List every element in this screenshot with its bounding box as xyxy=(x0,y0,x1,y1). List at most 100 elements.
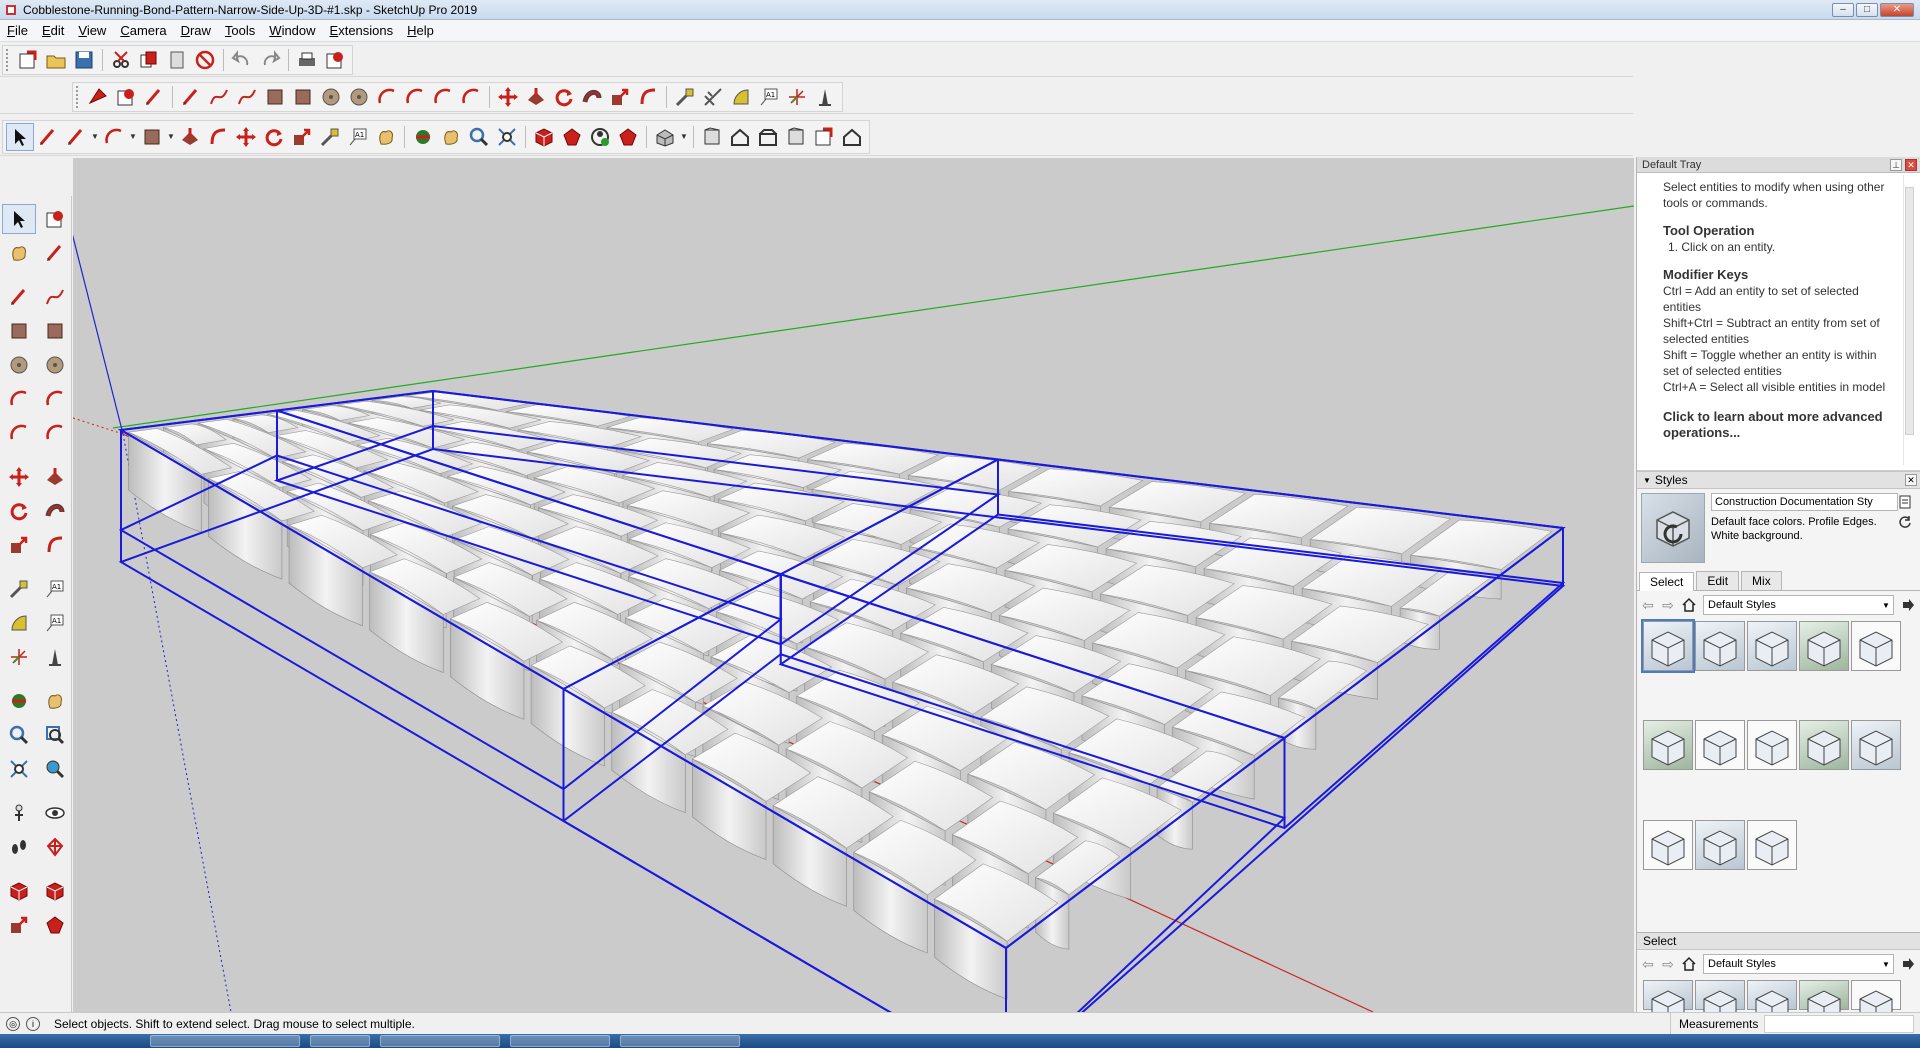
create-style-icon[interactable] xyxy=(1898,495,1912,509)
rotated-rectangle-tool-button[interactable] xyxy=(289,83,317,111)
style-name-field[interactable]: Construction Documentation Sty xyxy=(1711,493,1898,511)
menu-file[interactable]: File xyxy=(0,23,35,38)
redo-tool-button[interactable] xyxy=(256,46,284,74)
rotate-tool-button[interactable] xyxy=(550,83,578,111)
arc-tool-button[interactable] xyxy=(100,123,128,151)
style-swatch[interactable] xyxy=(1695,980,1745,1012)
select-tool-button[interactable] xyxy=(6,122,34,151)
zoom-tool-button[interactable] xyxy=(2,720,36,750)
dimensions-tool-button[interactable]: A1 xyxy=(38,574,72,604)
tab-mix[interactable]: Mix xyxy=(1741,571,1782,590)
share-model-tool-button[interactable] xyxy=(2,910,36,940)
menu-extensions[interactable]: Extensions xyxy=(323,23,401,38)
tape-measure-tool-button[interactable] xyxy=(2,574,36,604)
paint-bucket-tool-button[interactable] xyxy=(2,238,36,268)
make-component-tool-button[interactable] xyxy=(84,83,112,111)
model-info-tool-button[interactable] xyxy=(321,46,349,74)
save-tool-button[interactable] xyxy=(70,46,98,74)
dropdown-arrow-icon[interactable]: ▼ xyxy=(90,123,100,151)
circle-tool-button[interactable] xyxy=(317,83,345,111)
back-view-tool-button[interactable] xyxy=(810,123,838,151)
pie-tool-button[interactable] xyxy=(457,83,485,111)
erase-tool-button[interactable] xyxy=(191,46,219,74)
open-folder-tool-button[interactable] xyxy=(42,46,70,74)
style-swatch[interactable] xyxy=(1695,819,1745,870)
right-view-tool-button[interactable] xyxy=(782,123,810,151)
text-tool-button[interactable]: A1 xyxy=(755,83,783,111)
move-tool-button[interactable] xyxy=(494,83,522,111)
extension-tool-button[interactable] xyxy=(558,123,586,151)
menu-help[interactable]: Help xyxy=(400,23,441,38)
profile-tool-button[interactable] xyxy=(651,123,679,151)
line-tool-button[interactable] xyxy=(2,282,36,312)
dropdown-arrow-icon[interactable]: ▼ xyxy=(166,123,176,151)
print-tool-button[interactable] xyxy=(293,46,321,74)
menu-view[interactable]: View xyxy=(71,23,113,38)
tray-close-icon[interactable]: ✕ xyxy=(1905,158,1917,171)
eraser-tool-button[interactable] xyxy=(34,123,62,151)
zoom-window-tool-button[interactable] xyxy=(38,720,72,750)
undo-tool-button[interactable] xyxy=(228,46,256,74)
push-pull-tool-button[interactable] xyxy=(38,462,72,492)
left-view-tool-button[interactable] xyxy=(838,123,866,151)
scale-tool-button[interactable] xyxy=(288,123,316,151)
ruby-tool-button[interactable] xyxy=(614,123,642,151)
eraser-tool-button[interactable] xyxy=(38,238,72,268)
arc-tool-button[interactable] xyxy=(373,83,401,111)
move-tool-button[interactable] xyxy=(2,462,36,492)
line-tool-button[interactable] xyxy=(205,83,233,111)
paste-tool-button[interactable] xyxy=(163,46,191,74)
style-swatch[interactable] xyxy=(1643,980,1693,1012)
zoom-tool-button[interactable] xyxy=(465,123,493,151)
make-component-tool-button[interactable] xyxy=(38,204,72,234)
style-swatch[interactable] xyxy=(1851,980,1901,1012)
style-swatch[interactable] xyxy=(1643,819,1693,870)
zoom-extents-tool-button[interactable] xyxy=(493,123,521,151)
info-icon[interactable]: i xyxy=(26,1016,40,1031)
details-arrow-icon[interactable] xyxy=(1900,956,1916,972)
tape-measure-tool-button[interactable] xyxy=(671,83,699,111)
zoom-extents-tool-button[interactable] xyxy=(2,754,36,784)
style-swatch[interactable] xyxy=(1799,980,1849,1012)
dropdown-arrow-icon[interactable]: ▼ xyxy=(679,123,689,151)
maximize-button[interactable]: □ xyxy=(1856,2,1878,17)
text-tool-button[interactable]: A1 xyxy=(38,608,72,638)
style-swatch[interactable] xyxy=(1643,720,1693,771)
top-view-tool-button[interactable] xyxy=(726,123,754,151)
close-button[interactable]: ✕ xyxy=(1880,2,1914,17)
styles-panel-header[interactable]: ▼ Styles ✕ xyxy=(1637,471,1920,489)
look-around-tool-button[interactable] xyxy=(38,798,72,828)
polygon-tool-button[interactable] xyxy=(345,83,373,111)
follow-me-tool-button[interactable] xyxy=(578,83,606,111)
tab-select[interactable]: Select xyxy=(1639,572,1695,591)
text-tool-button[interactable]: A1 xyxy=(344,123,372,151)
forward-arrow-icon[interactable]: ⇨ xyxy=(1661,597,1675,614)
follow-me-tool-button[interactable] xyxy=(38,496,72,526)
scrollbar-thumb[interactable] xyxy=(1905,187,1914,435)
paint-bucket-tool-button[interactable] xyxy=(112,83,140,111)
panel-close-icon[interactable]: ✕ xyxy=(1905,474,1917,486)
arc-3pt-tool-button[interactable] xyxy=(429,83,457,111)
dimensions-tool-button[interactable] xyxy=(699,83,727,111)
geo-location-icon[interactable]: ◎ xyxy=(6,1016,20,1031)
axes-tool-button[interactable] xyxy=(2,642,36,672)
freehand-tool-button[interactable] xyxy=(38,282,72,312)
scale-tool-button[interactable] xyxy=(2,530,36,560)
back-arrow-icon[interactable]: ⇦ xyxy=(1641,956,1655,973)
toolbar-grip[interactable] xyxy=(76,85,80,108)
collapse-triangle-icon[interactable]: ▼ xyxy=(1643,476,1651,485)
cobblestone-model-view[interactable] xyxy=(73,158,1634,1012)
push-pull-tool-button[interactable] xyxy=(522,83,550,111)
style-swatch[interactable] xyxy=(1695,621,1745,671)
home-icon[interactable] xyxy=(1681,597,1697,613)
arc-tool-button[interactable] xyxy=(2,384,36,414)
rotated-rectangle-tool-button[interactable] xyxy=(38,316,72,346)
model-viewport[interactable] xyxy=(73,158,1634,1012)
taskbar-button[interactable] xyxy=(310,1035,370,1047)
rectangle-tool-button[interactable] xyxy=(2,316,36,346)
share-tool-button[interactable] xyxy=(586,123,614,151)
3d-text-tool-button[interactable] xyxy=(811,83,839,111)
taskbar-button[interactable] xyxy=(510,1035,610,1047)
paint-bucket-tool-button[interactable] xyxy=(372,123,400,151)
pin-icon[interactable]: ⊥ xyxy=(1890,158,1902,171)
